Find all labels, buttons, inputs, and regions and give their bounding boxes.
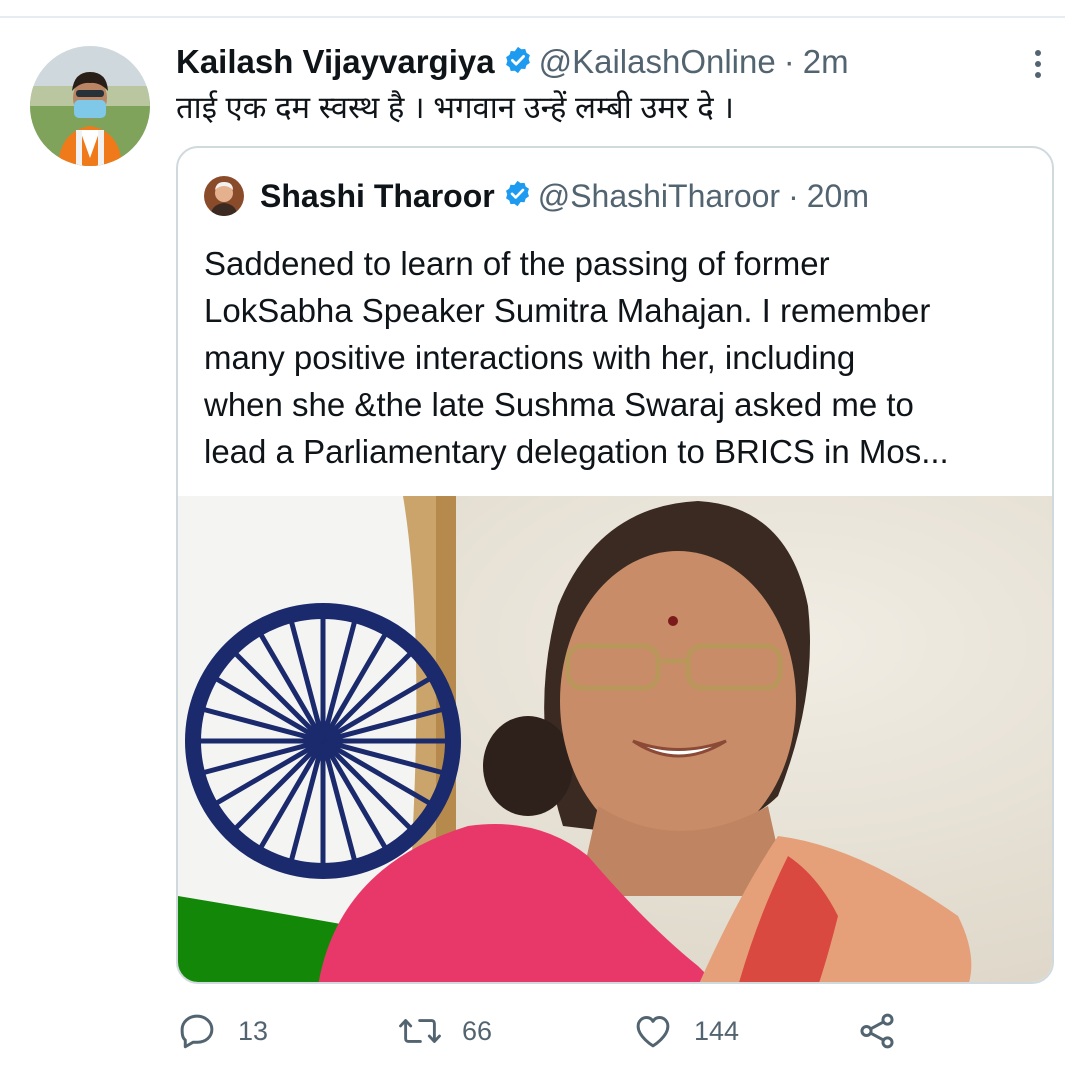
quoted-author-name[interactable]: Shashi Tharoor <box>260 178 495 215</box>
quoted-media-photo[interactable] <box>178 496 1052 982</box>
retweet-count: 66 <box>462 1015 493 1046</box>
quoted-separator: · <box>788 177 799 214</box>
tweet-text: ताई एक दम स्वस्थ है । भगवान उन्हें लम्बी… <box>176 90 735 125</box>
heart-icon <box>636 1016 670 1048</box>
like-count: 144 <box>694 1015 740 1046</box>
author-name[interactable]: Kailash Vijayvargiya <box>176 43 495 81</box>
share-button[interactable] <box>856 1006 918 1056</box>
header-separator: · <box>783 43 795 80</box>
quoted-tweet-card[interactable]: Shashi Tharoor @ShashiTharoor · 20m Sadd… <box>176 146 1054 984</box>
share-icon <box>860 1013 894 1049</box>
retweet-icon <box>399 1019 441 1043</box>
verified-badge-icon <box>503 179 532 213</box>
quoted-text-line: many positive interactions with her, inc… <box>204 339 856 376</box>
tweet-time[interactable]: 2m <box>803 43 849 81</box>
quoted-header: Shashi Tharoor @ShashiTharoor · 20m <box>204 176 869 216</box>
more-vertical-icon[interactable] <box>1024 44 1052 84</box>
quoted-author-handle[interactable]: @ShashiTharoor <box>538 178 780 215</box>
author-handle[interactable]: @KailashOnline <box>539 43 776 81</box>
quoted-text-line: lead a Parliamentary delegation to BRICS… <box>204 433 949 470</box>
tweet-actions: 13 66 144 <box>176 1006 1056 1056</box>
quoted-text-line: Saddened to learn of the passing of form… <box>204 245 830 282</box>
quoted-text-line: when she &the late Sushma Swaraj asked m… <box>204 386 914 423</box>
reply-icon <box>180 1014 214 1049</box>
quoted-author-avatar[interactable] <box>204 176 244 216</box>
like-button[interactable]: 144 <box>632 1006 739 1056</box>
reply-button[interactable]: 13 <box>176 1006 268 1056</box>
quoted-text: Saddened to learn of the passing of form… <box>204 240 1024 475</box>
author-avatar[interactable] <box>30 46 150 166</box>
top-divider <box>0 16 1065 18</box>
quoted-time[interactable]: 20m <box>807 178 869 215</box>
verified-badge-icon <box>503 45 533 80</box>
quoted-text-line: LokSabha Speaker Sumitra Mahajan. I reme… <box>204 292 931 329</box>
tweet-header: Kailash Vijayvargiya @KailashOnline · 2m <box>176 40 849 84</box>
retweet-button[interactable]: 66 <box>398 1006 492 1056</box>
reply-count: 13 <box>238 1015 269 1046</box>
